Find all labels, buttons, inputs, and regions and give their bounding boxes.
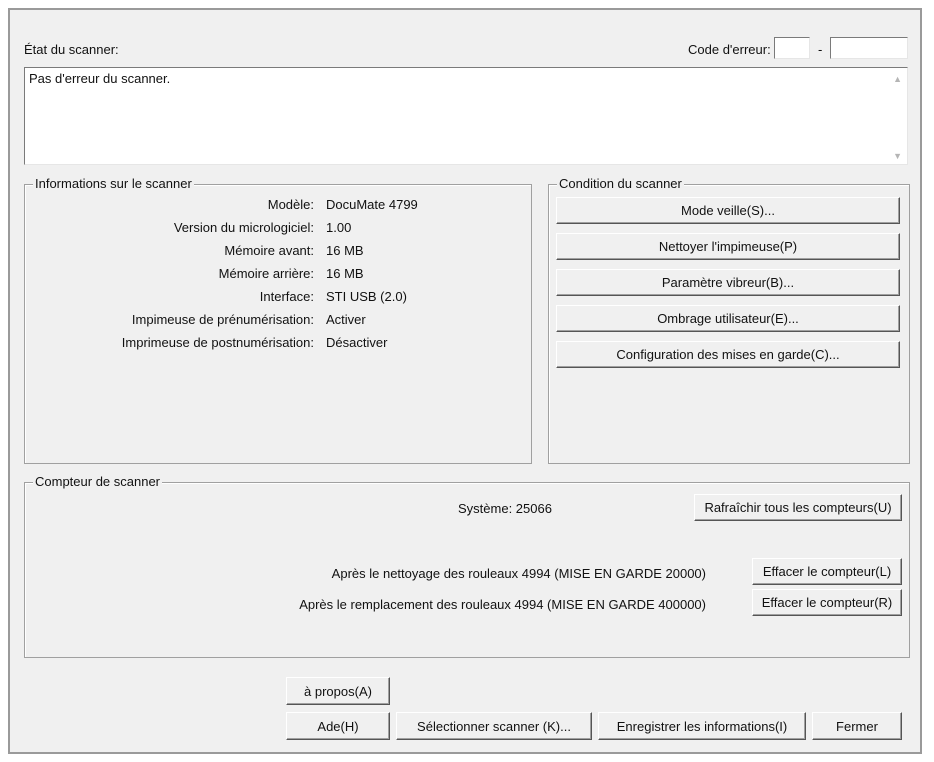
post-imprinter-label: Imprimeuse de postnumérisation: — [121, 335, 314, 350]
scanner-info-title: Informations sur le scanner — [33, 176, 194, 192]
about-button[interactable]: à propos(A) — [286, 677, 390, 705]
refresh-counters-button[interactable]: Rafraîchir tous les compteurs(U) — [694, 494, 902, 521]
scroll-down-icon[interactable]: ▼ — [893, 151, 902, 161]
close-button[interactable]: Fermer — [812, 712, 902, 740]
pre-imprinter-label: Impimeuse de prénumérisation: — [131, 312, 314, 327]
model-label: Modèle: — [267, 197, 314, 212]
clear-counter-r-button[interactable]: Effacer le compteur(R) — [752, 589, 902, 616]
firmware-label: Version du micrologiciel: — [173, 220, 314, 235]
firmware-value: 1.00 — [326, 220, 352, 235]
vibrator-settings-button[interactable]: Paramètre vibreur(B)... — [556, 269, 900, 296]
status-message: Pas d'erreur du scanner. — [29, 71, 171, 86]
warning-config-button[interactable]: Configuration des mises en garde(C)... — [556, 341, 900, 368]
system-counter: Système: 25066 — [458, 501, 552, 516]
help-button[interactable]: Ade(H) — [286, 712, 390, 740]
error-code-field-1[interactable] — [774, 37, 810, 59]
back-memory-label: Mémoire arrière: — [218, 266, 314, 281]
clean-imprinter-button[interactable]: Nettoyer l'impimeuse(P) — [556, 233, 900, 260]
sleep-mode-button[interactable]: Mode veille(S)... — [556, 197, 900, 224]
scanner-status-dialog: État du scanner: Code d'erreur: - Pas d'… — [8, 8, 922, 754]
roller-cleaning-counter: Après le nettoyage des rouleaux 4994 (MI… — [331, 566, 706, 581]
status-message-box[interactable]: Pas d'erreur du scanner. ▲ ▼ — [24, 67, 908, 165]
user-shading-button[interactable]: Ombrage utilisateur(E)... — [556, 305, 900, 332]
front-memory-label: Mémoire avant: — [224, 243, 314, 258]
back-memory-value: 16 MB — [326, 266, 364, 281]
front-memory-value: 16 MB — [326, 243, 364, 258]
post-imprinter-value: Désactiver — [326, 335, 388, 350]
select-scanner-button[interactable]: Sélectionner scanner (K)... — [396, 712, 592, 740]
error-code-field-2[interactable] — [830, 37, 908, 59]
model-value: DocuMate 4799 — [326, 197, 418, 212]
pre-imprinter-value: Activer — [326, 312, 366, 327]
scanner-condition-title: Condition du scanner — [557, 176, 684, 192]
error-code-separator: - — [818, 42, 823, 57]
interface-value: STI USB (2.0) — [326, 289, 407, 304]
scanner-counter-title: Compteur de scanner — [33, 474, 163, 490]
error-code-label: Code d'erreur: — [688, 42, 771, 57]
interface-label: Interface: — [259, 289, 314, 304]
clear-counter-l-button[interactable]: Effacer le compteur(L) — [752, 558, 902, 585]
roller-replacement-counter: Après le remplacement des rouleaux 4994 … — [299, 597, 706, 612]
save-info-button[interactable]: Enregistrer les informations(I) — [598, 712, 806, 740]
scanner-status-label: État du scanner: — [24, 42, 119, 57]
scroll-up-icon[interactable]: ▲ — [893, 74, 902, 84]
